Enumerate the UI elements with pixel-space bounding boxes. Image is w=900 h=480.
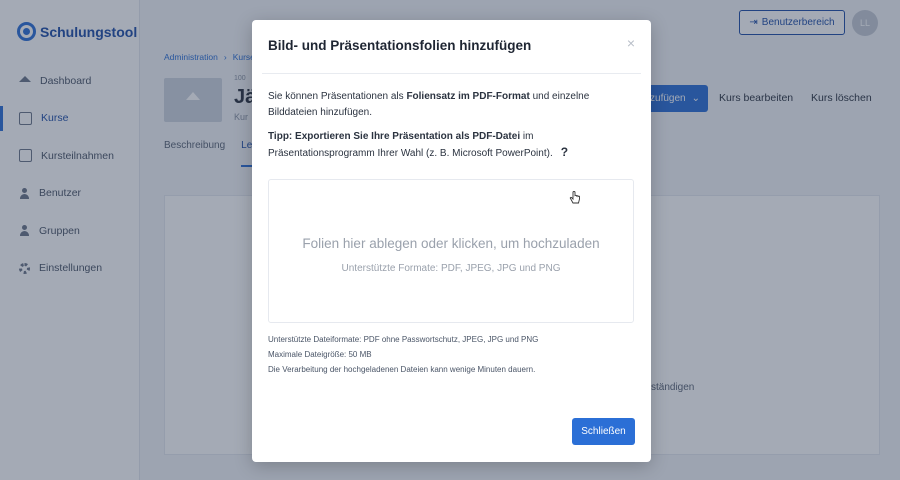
- close-button[interactable]: Schließen: [572, 418, 635, 445]
- modal-tip: Tipp: Exportieren Sie Ihre Präsentation …: [268, 129, 628, 161]
- dropzone-title: Folien hier ablegen oder klicken, um hoc…: [302, 236, 600, 251]
- note-line: Maximale Dateigröße: 50 MB: [268, 350, 372, 359]
- intro-bold: Foliensatz im PDF-Format: [406, 91, 530, 102]
- upload-slides-modal: Bild- und Präsentationsfolien hinzufügen…: [252, 20, 651, 462]
- note-line: Unterstützte Dateiformate: PDF ohne Pass…: [268, 335, 539, 344]
- file-dropzone[interactable]: Folien hier ablegen oder klicken, um hoc…: [268, 179, 634, 323]
- modal-header: Bild- und Präsentationsfolien hinzufügen…: [262, 20, 641, 74]
- hand-cursor-icon: [569, 191, 580, 204]
- note-line: Die Verarbeitung der hochgeladenen Datei…: [268, 365, 536, 374]
- help-icon[interactable]: ?: [561, 145, 568, 159]
- intro-text: Sie können Präsentationen als: [268, 91, 407, 102]
- close-icon[interactable]: ×: [627, 35, 635, 51]
- tip-bold: Tipp: Exportieren Sie Ihre Präsentation …: [268, 131, 521, 142]
- modal-title: Bild- und Präsentationsfolien hinzufügen: [268, 38, 532, 53]
- dropzone-formats: Unterstützte Formate: PDF, JPEG, JPG und…: [341, 263, 561, 274]
- upload-notes: Unterstützte Dateiformate: PDF ohne Pass…: [268, 332, 538, 377]
- modal-intro: Sie können Präsentationen als Foliensatz…: [268, 89, 628, 120]
